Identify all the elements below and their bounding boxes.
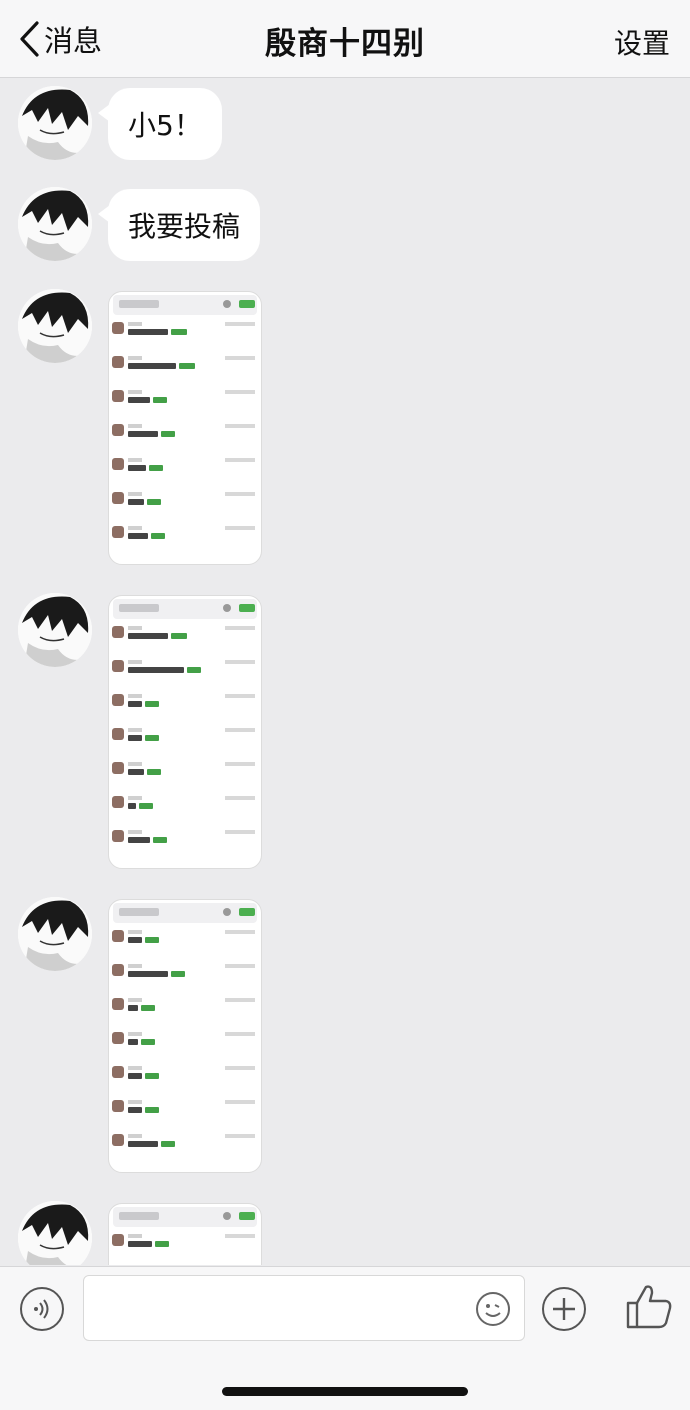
add-button[interactable] [542, 1287, 586, 1331]
thumbnail-search-bar [113, 1207, 257, 1227]
thumbs-up-icon [626, 1285, 672, 1329]
avatar-image [18, 593, 92, 667]
avatar[interactable] [18, 593, 92, 667]
page-title: 殷商十四别 [265, 26, 425, 62]
image-message[interactable] [108, 899, 262, 1173]
avatar-image [18, 289, 92, 363]
thumbnail-search-bar [113, 599, 257, 619]
voice-icon [34, 1299, 49, 1319]
avatar[interactable] [18, 86, 92, 160]
image-message[interactable] [108, 1203, 262, 1265]
message-bubble[interactable]: 小5！ [98, 88, 222, 160]
avatar-image [18, 897, 92, 971]
avatar[interactable] [18, 187, 92, 261]
home-indicator[interactable] [222, 1387, 468, 1396]
thumbs-up-button[interactable] [624, 1281, 674, 1331]
thumbnail-search-bar [113, 903, 257, 923]
message-input[interactable] [83, 1275, 525, 1341]
nav-bar: 消息 殷商十四别 设置 [0, 0, 690, 78]
avatar-image [18, 187, 92, 261]
settings-button[interactable]: 设置 [614, 22, 670, 62]
thumbnail-search-bar [113, 295, 257, 315]
avatar[interactable] [18, 1201, 92, 1265]
chat-area[interactable]: 小5！ 我要投稿 [0, 79, 690, 1265]
image-message[interactable] [108, 291, 262, 565]
avatar-image [18, 1201, 92, 1265]
voice-button[interactable] [20, 1287, 64, 1331]
avatar[interactable] [18, 289, 92, 363]
emoji-icon[interactable] [476, 1292, 510, 1326]
avatar[interactable] [18, 897, 92, 971]
input-toolbar [0, 1266, 690, 1410]
plus-icon [553, 1298, 575, 1320]
message-bubble[interactable]: 我要投稿 [97, 189, 261, 261]
image-message[interactable] [108, 595, 262, 869]
avatar-image [18, 86, 92, 160]
